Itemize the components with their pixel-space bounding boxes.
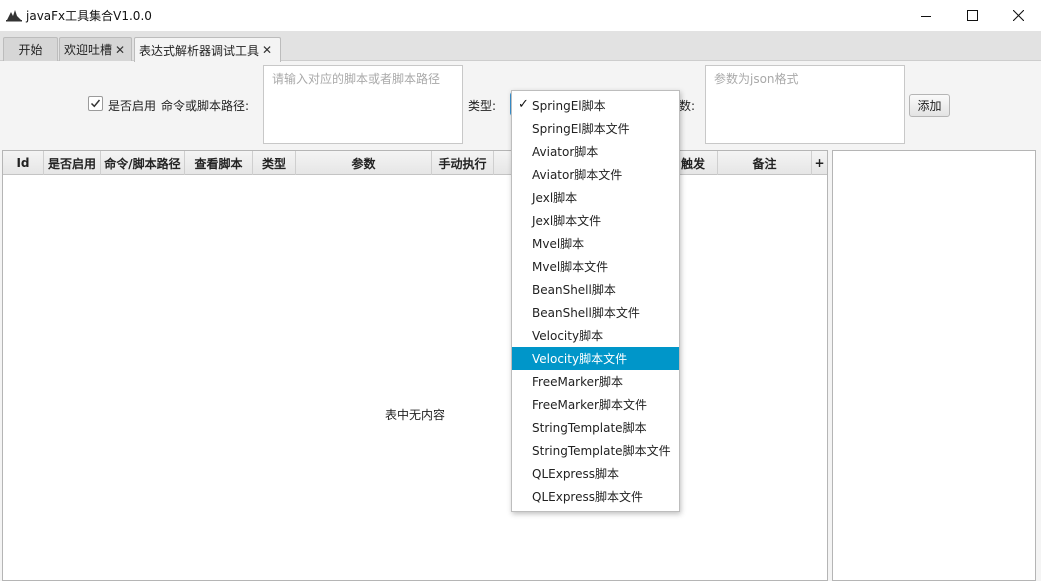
params-label: 数: bbox=[679, 99, 696, 113]
enable-checkbox[interactable] bbox=[88, 96, 103, 111]
type-option-label: FreeMarker脚本 bbox=[532, 375, 623, 389]
type-option[interactable]: FreeMarker脚本文件 bbox=[512, 393, 679, 416]
type-option-label: BeanShell脚本文件 bbox=[532, 306, 640, 320]
type-option-label: Mvel脚本 bbox=[532, 237, 585, 251]
type-option[interactable]: Velocity脚本 bbox=[512, 324, 679, 347]
column-header-manual-run[interactable]: 手动执行 bbox=[432, 151, 494, 175]
type-option-label: Velocity脚本文件 bbox=[532, 352, 628, 366]
type-option-label: StringTemplate脚本文件 bbox=[532, 444, 671, 458]
type-option[interactable]: Mvel脚本文件 bbox=[512, 255, 679, 278]
tab-close-icon[interactable]: ✕ bbox=[262, 43, 272, 57]
type-option-label: SpringEl脚本文件 bbox=[532, 122, 630, 136]
script-table[interactable] bbox=[2, 150, 828, 581]
type-option-label: StringTemplate脚本 bbox=[532, 421, 647, 435]
type-option[interactable]: QLExpress脚本文件 bbox=[512, 485, 679, 508]
enable-label: 是否启用 bbox=[108, 99, 157, 113]
type-option-label: Jexl脚本文件 bbox=[532, 214, 602, 228]
column-header-id[interactable]: Id bbox=[3, 151, 44, 175]
type-option-label: Mvel脚本文件 bbox=[532, 260, 609, 274]
type-option[interactable]: Jexl脚本文件 bbox=[512, 209, 679, 232]
type-option-label: Aviator脚本 bbox=[532, 145, 599, 159]
close-window-button[interactable] bbox=[995, 0, 1041, 31]
type-option[interactable]: Mvel脚本 bbox=[512, 232, 679, 255]
empty-table-placeholder: 表中无内容 bbox=[385, 408, 446, 422]
type-option-label: FreeMarker脚本文件 bbox=[532, 398, 647, 412]
type-option-label: Jexl脚本 bbox=[532, 191, 578, 205]
type-option[interactable]: BeanShell脚本文件 bbox=[512, 301, 679, 324]
app-icon bbox=[6, 8, 22, 22]
window-title: javaFx工具集合V1.0.0 bbox=[26, 9, 152, 23]
tab-start[interactable]: 开始 bbox=[3, 37, 58, 61]
maximize-button[interactable] bbox=[949, 0, 995, 31]
type-option-label: Velocity脚本 bbox=[532, 329, 604, 343]
type-dropdown-list[interactable]: SpringEl脚本 ✓ SpringEl脚本文件 Aviator脚本 Aviator脚… bbox=[511, 90, 680, 512]
column-header-view-script[interactable]: 查看脚本 bbox=[185, 151, 253, 175]
type-option-label: BeanShell脚本 bbox=[532, 283, 616, 297]
type-option[interactable]: StringTemplate脚本文件 bbox=[512, 439, 679, 462]
tab-label: 表达式解析器调试工具 bbox=[139, 43, 260, 58]
type-option[interactable]: Aviator脚本文件 bbox=[512, 163, 679, 186]
minimize-button[interactable] bbox=[903, 0, 949, 31]
type-option-label: Aviator脚本文件 bbox=[532, 168, 623, 182]
path-label: 命令或脚本路径: bbox=[161, 99, 250, 113]
type-option[interactable]: Aviator脚本 bbox=[512, 140, 679, 163]
tab-expression-debugger[interactable]: 表达式解析器调试工具 ✕ bbox=[134, 37, 281, 62]
type-option[interactable]: FreeMarker脚本 bbox=[512, 370, 679, 393]
column-header-type[interactable]: 类型 bbox=[253, 151, 296, 175]
type-option[interactable]: Jexl脚本 bbox=[512, 186, 679, 209]
type-option[interactable]: Velocity脚本文件 bbox=[512, 347, 679, 370]
column-header-params[interactable]: 参数 bbox=[296, 151, 432, 175]
params-textarea[interactable]: 参数为json格式 bbox=[705, 65, 905, 144]
tab-label: 开始 bbox=[18, 43, 43, 57]
type-label: 类型: bbox=[468, 99, 497, 113]
path-textarea[interactable]: 请输入对应的脚本或者脚本路径 bbox=[263, 65, 463, 144]
column-header-enabled[interactable]: 是否启用 bbox=[44, 151, 101, 175]
column-header-path[interactable]: 命令/脚本路径 bbox=[101, 151, 185, 175]
tab-feedback[interactable]: 欢迎吐槽 ✕ bbox=[59, 37, 132, 61]
type-option[interactable]: SpringEl脚本文件 bbox=[512, 117, 679, 140]
script-preview-panel[interactable] bbox=[832, 150, 1036, 581]
minimize-icon bbox=[921, 15, 931, 17]
type-option[interactable]: SpringEl脚本 ✓ bbox=[512, 94, 679, 117]
type-option-label: QLExpress脚本文件 bbox=[532, 490, 643, 504]
column-header-remark[interactable]: 备注 bbox=[718, 151, 812, 175]
selected-check-icon: ✓ bbox=[518, 97, 529, 112]
type-option-label: QLExpress脚本 bbox=[532, 467, 619, 481]
add-button[interactable]: 添加 bbox=[909, 94, 950, 117]
close-icon bbox=[1012, 10, 1024, 21]
type-option-label: SpringEl脚本 bbox=[532, 99, 606, 113]
maximize-icon bbox=[966, 10, 978, 21]
title-bar bbox=[0, 0, 1041, 31]
type-option[interactable]: QLExpress脚本 bbox=[512, 462, 679, 485]
tab-close-icon[interactable]: ✕ bbox=[115, 43, 125, 57]
type-option[interactable]: StringTemplate脚本 bbox=[512, 416, 679, 439]
column-menu-button[interactable]: + bbox=[812, 151, 827, 175]
tab-label: 欢迎吐槽 bbox=[64, 43, 113, 57]
check-icon bbox=[90, 99, 101, 108]
type-option[interactable]: BeanShell脚本 bbox=[512, 278, 679, 301]
